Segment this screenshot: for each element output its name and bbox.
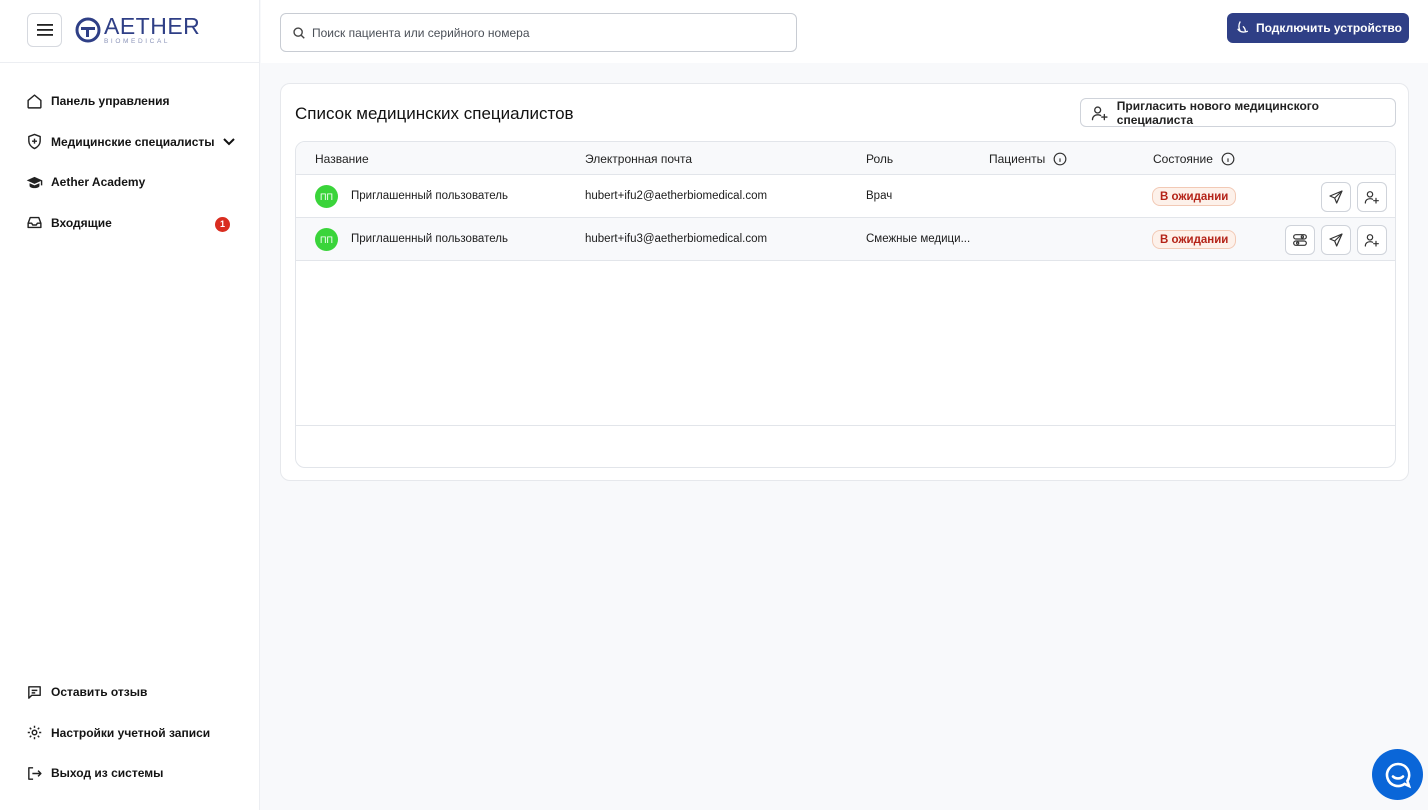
menu-toggle-button[interactable]: [27, 13, 62, 47]
assign-patient-button[interactable]: [1357, 182, 1387, 212]
sidebar-item-label: Медицинские специалисты: [51, 134, 215, 149]
inbox-icon: [27, 217, 42, 229]
sidebar-item-logout[interactable]: Выход из системы: [0, 753, 260, 794]
sidebar-item-label: Настройки учетной записи: [51, 725, 211, 740]
aether-logo[interactable]: AETHER BIOMEDICAL: [75, 15, 200, 46]
user-plus-icon: [1364, 234, 1379, 247]
row-email: hubert+ifu2@aetherbiomedical.com: [585, 190, 768, 202]
specialists-panel: Список медицинских специалистов Пригласи…: [280, 83, 1409, 481]
invite-specialist-button[interactable]: Пригласить нового медицинского специалис…: [1080, 98, 1396, 127]
send-icon: [1329, 190, 1343, 204]
avatar: ПП: [315, 228, 338, 251]
sidebar-item-specialists[interactable]: Медицинские специалисты: [0, 122, 260, 163]
table-footer: [296, 425, 1395, 467]
sidebar-header: AETHER BIOMEDICAL: [0, 0, 259, 63]
connect-device-label: Подключить устройство: [1256, 21, 1402, 35]
row-role: Врач: [866, 190, 893, 202]
row-name: Приглашенный пользователь: [351, 190, 508, 202]
row-email: hubert+ifu3@aetherbiomedical.com: [585, 233, 768, 245]
sidebar-item-label: Оставить отзыв: [51, 685, 148, 700]
sidebar-nav: Панель управления Медицинские специалист…: [0, 81, 260, 243]
device-icon: [1237, 21, 1248, 33]
chat-support-button[interactable]: [1372, 749, 1423, 800]
sidebar-item-account-settings[interactable]: Настройки учетной записи: [0, 713, 260, 754]
sidebar-item-feedback[interactable]: Оставить отзыв: [0, 672, 260, 713]
connect-device-button[interactable]: Подключить устройство: [1227, 13, 1409, 43]
graduation-cap-icon: [26, 176, 43, 188]
brand-sub: BIOMEDICAL: [104, 38, 171, 45]
search-box[interactable]: [280, 13, 797, 52]
table-row[interactable]: ПП Приглашенный пользователь hubert+ifu3…: [296, 218, 1395, 261]
column-status-header[interactable]: Состояние: [1153, 152, 1235, 166]
chat-icon: [1385, 762, 1411, 788]
specialists-table: Название Электронная почта Роль Пациенты…: [295, 141, 1396, 468]
column-email-header[interactable]: Электронная почта: [585, 152, 692, 166]
feedback-icon: [28, 685, 41, 699]
hamburger-icon: [36, 24, 53, 36]
avatar: ПП: [315, 185, 338, 208]
search-icon: [293, 26, 305, 39]
inbox-count-badge: 1: [215, 216, 230, 232]
sidebar-item-label: Панель управления: [51, 94, 170, 109]
column-role-header[interactable]: Роль: [866, 152, 893, 166]
sidebar-item-inbox[interactable]: Входящие 1: [0, 203, 260, 244]
row-role: Смежные медици...: [866, 233, 971, 245]
user-plus-icon: [1364, 191, 1379, 204]
search-input[interactable]: [312, 25, 772, 40]
status-badge: В ожидании: [1152, 230, 1237, 249]
status-badge: В ожидании: [1152, 187, 1237, 206]
resend-invite-button[interactable]: [1321, 182, 1351, 212]
table-row[interactable]: ПП Приглашенный пользователь hubert+ifu2…: [296, 175, 1395, 218]
sidebar-item-dashboard[interactable]: Панель управления: [0, 81, 260, 122]
table-header: Название Электронная почта Роль Пациенты…: [296, 142, 1395, 175]
sidebar-item-academy[interactable]: Aether Academy: [0, 162, 260, 203]
logout-icon: [28, 766, 42, 780]
page-title: Список медицинских специалистов: [295, 104, 574, 123]
sidebar: AETHER BIOMEDICAL Панель управления Меди…: [0, 0, 260, 810]
gear-icon: [27, 726, 42, 740]
chevron-down-icon[interactable]: [222, 138, 235, 146]
user-plus-icon: [1091, 105, 1108, 120]
row-name: Приглашенный пользователь: [351, 233, 508, 245]
info-icon[interactable]: [1221, 152, 1235, 166]
resend-invite-button[interactable]: [1321, 225, 1351, 255]
sidebar-bottom-nav: Оставить отзыв Настройки учетной записи …: [0, 672, 260, 794]
brand-name: AETHER: [104, 13, 201, 39]
column-name-header[interactable]: Название: [315, 152, 369, 166]
sidebar-item-label: Выход из системы: [51, 766, 164, 781]
sidebar-item-label: Aether Academy: [51, 175, 146, 190]
edit-permissions-button[interactable]: [1285, 225, 1315, 255]
sidebar-item-label: Входящие: [51, 215, 112, 230]
shield-plus-icon: [28, 133, 41, 150]
top-bar: Подключить устройство: [261, 0, 1428, 63]
aether-logo-mark: [75, 17, 101, 43]
home-icon: [27, 94, 42, 109]
toggles-icon: [1293, 234, 1307, 246]
assign-patient-button[interactable]: [1357, 225, 1387, 255]
info-icon[interactable]: [1053, 152, 1067, 166]
invite-specialist-label: Пригласить нового медицинского специалис…: [1116, 98, 1319, 127]
column-patients-header[interactable]: Пациенты: [989, 152, 1067, 166]
send-icon: [1329, 233, 1343, 247]
